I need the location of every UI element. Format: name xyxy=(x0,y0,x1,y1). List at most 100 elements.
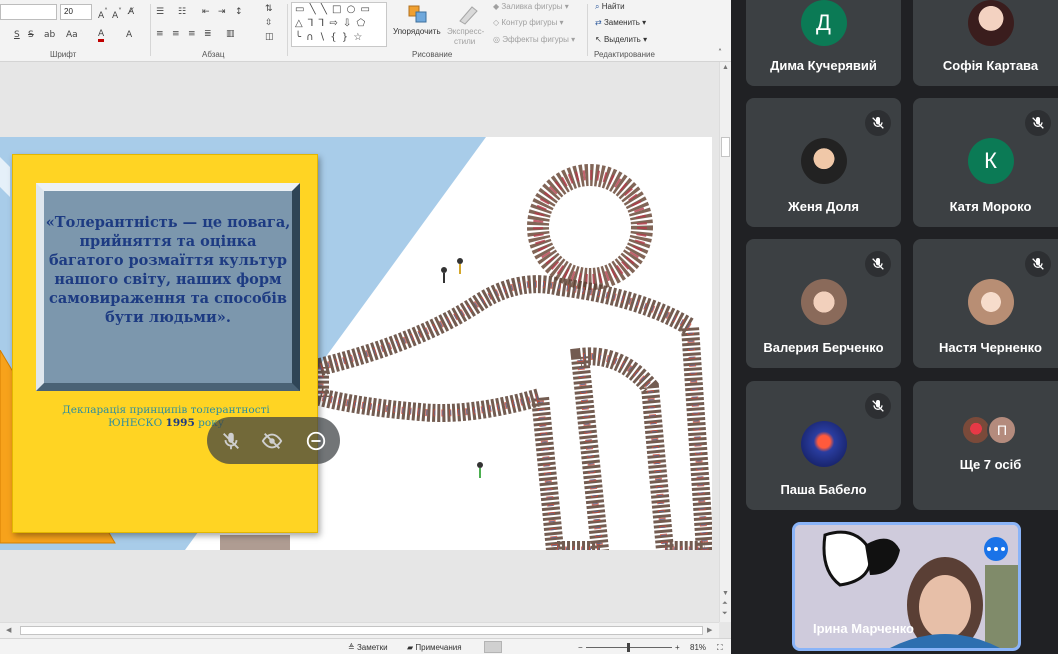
numbering-icon[interactable]: ☷ xyxy=(178,7,186,17)
replace-label: Заменить xyxy=(603,18,640,27)
shapes-gallery[interactable]: ▭ ╲ ╲ □ ○ ▭ △ ⅂ ⅂ ⇨ ⇩ ⬠ ╰ ∩ ∖ { } ☆ xyxy=(291,2,387,47)
shadow-icon[interactable]: A xyxy=(126,30,132,40)
participant-tile[interactable]: Д Дима Кучерявий xyxy=(746,0,901,86)
horizontal-scrollbar[interactable]: ◀ ▶ xyxy=(0,622,719,638)
scroll-down-icon[interactable]: ▼ xyxy=(722,590,729,597)
hscroll-track[interactable] xyxy=(20,626,703,635)
decrease-indent-icon[interactable]: ⇤ xyxy=(202,7,210,17)
normal-view-button[interactable] xyxy=(484,641,502,653)
arrange-button[interactable]: Упорядочить xyxy=(393,2,441,46)
align-right-icon[interactable]: ≡ xyxy=(188,29,196,39)
arrange-icon xyxy=(408,5,427,23)
comments-button[interactable]: ▰ Примечания xyxy=(407,643,462,652)
zoom-out-button[interactable]: − xyxy=(578,643,583,652)
font-size-combo[interactable]: 20 xyxy=(60,4,92,20)
zoom-slider-knob[interactable] xyxy=(627,643,630,652)
quick-styles-button[interactable]: Экспресс- стили xyxy=(446,2,490,46)
separator xyxy=(150,4,151,56)
fit-slide-icon[interactable]: ⛶ xyxy=(717,643,723,653)
mic-off-indicator xyxy=(1025,251,1051,277)
prev-slide-icon[interactable]: ⏶ xyxy=(722,600,728,608)
increase-indent-icon[interactable]: ⇥ xyxy=(218,7,226,17)
avatar xyxy=(800,421,847,467)
shape-fill-button[interactable]: ◆ Заливка фигуры ▾ xyxy=(493,2,569,11)
mic-off-icon xyxy=(872,117,884,129)
columns-icon[interactable]: ▥ xyxy=(226,29,235,39)
mic-off-icon xyxy=(1032,258,1044,270)
zoom-in-button[interactable]: + xyxy=(675,643,680,652)
participant-tile[interactable]: К Катя Мороко xyxy=(913,98,1058,227)
group-label-font: Шрифт xyxy=(50,50,77,59)
zoom-level[interactable]: 81% xyxy=(690,643,706,652)
next-slide-icon[interactable]: ⏷ xyxy=(722,610,728,618)
shrink-font-icon[interactable]: A˅ xyxy=(112,7,122,21)
participant-tile[interactable]: Настя Черненко xyxy=(913,239,1058,368)
avatar: К xyxy=(967,138,1014,184)
find-label: Найти xyxy=(601,2,625,11)
quote-frame[interactable]: «Толерантність — це повага, прийняття та… xyxy=(12,154,318,533)
participant-name: Валерия Берченко xyxy=(763,340,884,355)
select-label: Выделить xyxy=(603,35,641,44)
mic-off-indicator xyxy=(865,393,891,419)
presenter-name: Ірина Марченко xyxy=(813,621,914,636)
find-button[interactable]: ⌕ Найти xyxy=(595,2,625,12)
separator xyxy=(287,4,288,56)
participant-name: Настя Черненко xyxy=(939,340,1042,355)
mic-off-icon xyxy=(1032,117,1044,129)
remove-icon[interactable] xyxy=(305,430,327,452)
more-options-button[interactable] xyxy=(984,537,1008,561)
line-spacing-icon[interactable]: ↕ xyxy=(235,7,243,17)
strikethrough-icon[interactable]: S xyxy=(28,30,34,40)
shape-outline-button[interactable]: ◇ Контур фигуры ▾ xyxy=(493,18,564,27)
case-icon[interactable]: Aa xyxy=(66,30,78,40)
clear-format-icon[interactable]: A̸ xyxy=(128,7,134,17)
others-tile[interactable]: П Ще 7 осіб xyxy=(913,381,1058,510)
reading-view-button[interactable] xyxy=(538,641,556,653)
underline-icon[interactable]: S xyxy=(14,30,20,40)
participant-tile[interactable]: Валерия Берченко xyxy=(746,239,901,368)
font-color-icon[interactable]: A xyxy=(98,29,105,42)
slide-editing-area: «Толерантність — це повага, прийняття та… xyxy=(0,62,719,622)
mic-off-icon[interactable] xyxy=(220,430,242,452)
bullets-icon[interactable]: ☰ xyxy=(156,7,164,17)
participant-tile[interactable]: Паша Бабело xyxy=(746,381,901,510)
select-button[interactable]: ↖ Выделить ▾ xyxy=(595,35,647,44)
slideshow-button[interactable] xyxy=(560,641,578,653)
text-direction-icon[interactable]: ⇅ xyxy=(265,4,273,14)
arrange-label: Упорядочить xyxy=(393,27,441,36)
powerpoint-window: 20 A˄ A˅ A̸ S S ab Aa A A Шрифт ☰ ☷ ⇤ ⇥ … xyxy=(0,0,731,654)
shape-effects-button[interactable]: ◎ Эффекты фигуры ▾ xyxy=(493,35,575,44)
comments-label: Примечания xyxy=(415,643,462,652)
search-icon: ⌕ xyxy=(595,2,600,11)
presenter-tile[interactable]: Ірина Марченко xyxy=(792,522,1021,651)
scroll-thumb[interactable] xyxy=(721,137,730,157)
participant-tile[interactable]: Софія Картава xyxy=(913,0,1058,86)
mic-off-indicator xyxy=(1025,110,1051,136)
scroll-up-icon[interactable]: ▲ xyxy=(722,64,729,71)
replace-button[interactable]: ⇄ Заменить ▾ xyxy=(595,18,646,27)
quick-styles-icon xyxy=(459,6,478,25)
grow-font-icon[interactable]: A˄ xyxy=(98,7,108,21)
vertical-scrollbar[interactable]: ▲ ▼ ⏶ ⏷ xyxy=(719,62,731,622)
justify-icon[interactable]: ≣ xyxy=(204,29,212,39)
align-text-icon[interactable]: ⇳ xyxy=(265,18,273,28)
participant-tile[interactable]: Женя Доля xyxy=(746,98,901,227)
avatar xyxy=(800,138,847,184)
slide[interactable]: «Толерантність — це повага, прийняття та… xyxy=(0,137,712,550)
char-spacing-icon[interactable]: ab xyxy=(44,30,55,40)
mic-off-indicator xyxy=(865,110,891,136)
font-name-combo[interactable] xyxy=(0,4,57,20)
slide-sorter-button[interactable] xyxy=(512,641,530,653)
align-left-icon[interactable]: ≡ xyxy=(156,29,164,39)
collapse-ribbon-icon[interactable]: ˄ xyxy=(718,48,722,58)
smartart-icon[interactable]: ◫ xyxy=(265,32,274,42)
align-center-icon[interactable]: ≡ xyxy=(172,29,180,39)
quote-bevel-box: «Толерантність — це повага, прийняття та… xyxy=(36,183,300,391)
scroll-left-icon[interactable]: ◀ xyxy=(6,626,11,634)
notes-button[interactable]: ≜ Заметки xyxy=(348,643,388,652)
participant-name: Катя Мороко xyxy=(949,199,1032,214)
avatar xyxy=(967,0,1014,46)
scroll-right-icon[interactable]: ▶ xyxy=(707,626,712,634)
eye-off-icon[interactable] xyxy=(261,430,283,452)
replace-icon: ⇄ xyxy=(595,18,602,27)
